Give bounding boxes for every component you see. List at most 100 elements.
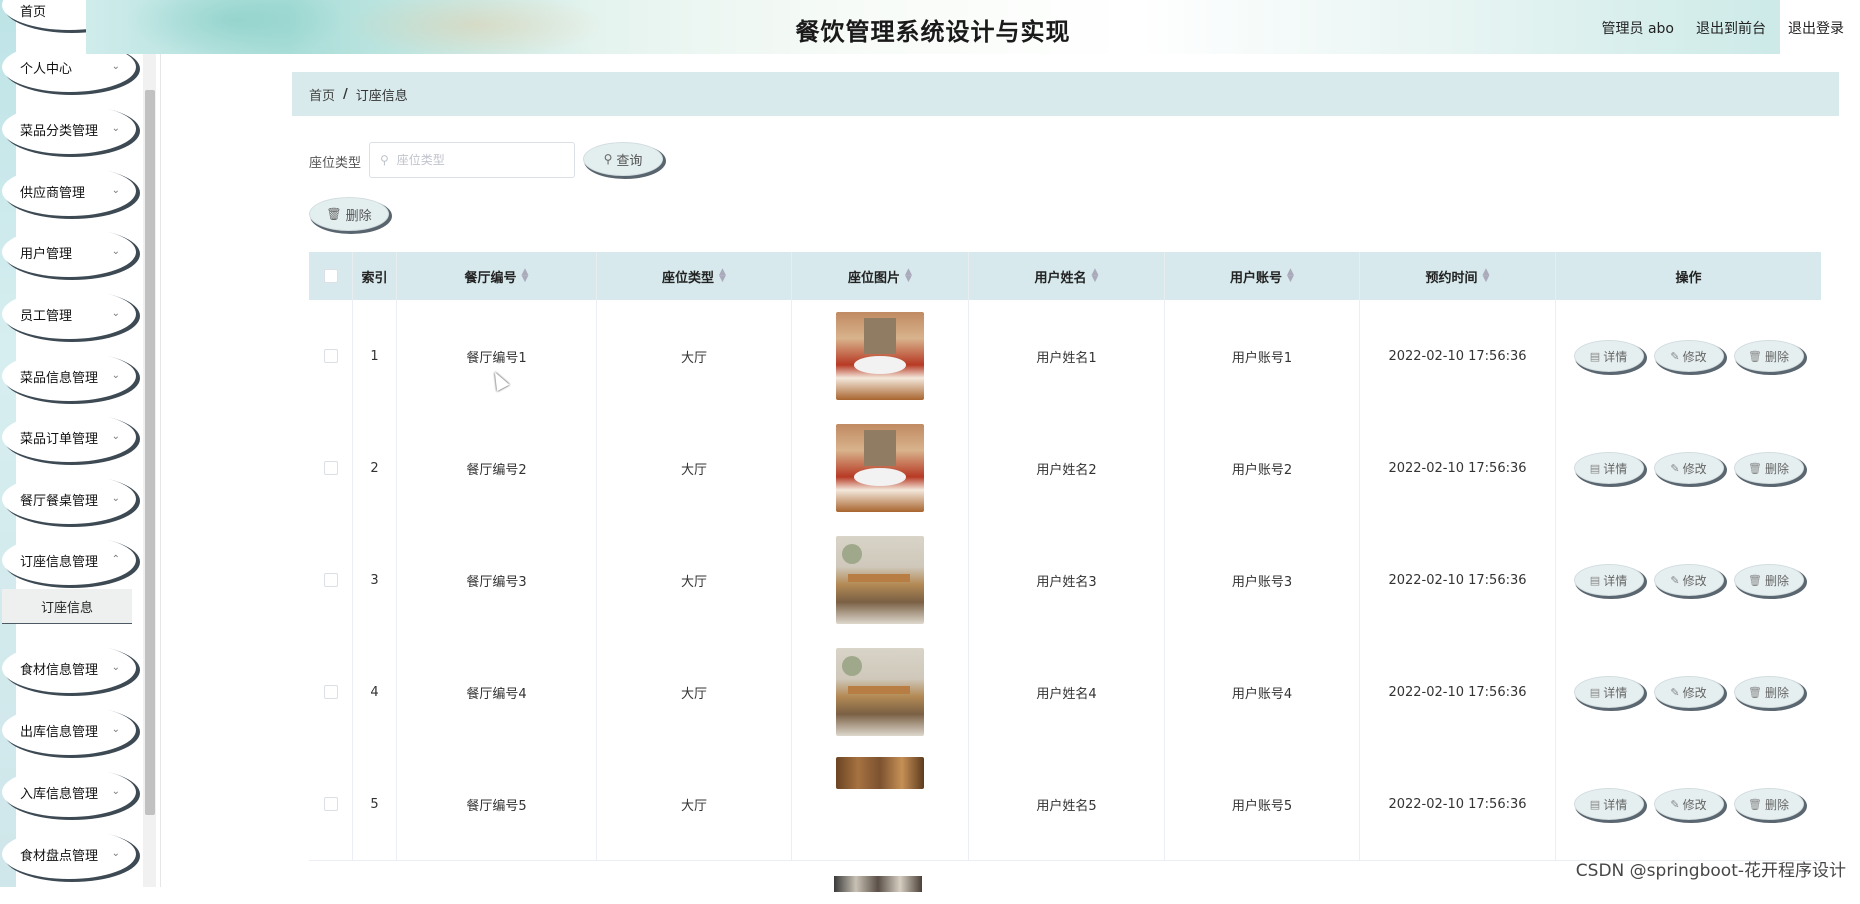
reserve-time-cell: 2022-02-10 17:56:36: [1360, 636, 1556, 748]
batch-delete-button[interactable]: 🗑 删除: [309, 197, 389, 231]
user-name-cell: 用户姓名2: [969, 412, 1165, 524]
sidebar-item-outbound[interactable]: 出库信息管理 ⌄: [2, 705, 136, 755]
edit-icon: ✎: [1670, 349, 1680, 363]
seat-image[interactable]: [836, 312, 924, 400]
seat-image[interactable]: [834, 876, 922, 892]
seat-image[interactable]: [836, 536, 924, 624]
sidebar-item-dish-order[interactable]: 菜品订单管理 ⌄: [2, 412, 136, 462]
user-account-cell: 用户账号2: [1165, 412, 1360, 524]
delete-label: 删除: [1764, 349, 1789, 364]
sidebar-scrollbar-thumb[interactable]: [145, 90, 155, 815]
header-seat-image[interactable]: 座位图片 ▲ ▼: [792, 252, 969, 300]
row-checkbox[interactable]: [323, 685, 338, 699]
breadcrumb-home[interactable]: 首页: [309, 85, 335, 104]
header-reserve-time[interactable]: 预约时间 ▲ ▼: [1360, 252, 1556, 300]
delete-button[interactable]: 🗑 删除: [1733, 676, 1804, 708]
edit-button[interactable]: ✎ 修改: [1653, 564, 1724, 596]
sidebar-item-label: 食材信息管理: [20, 662, 99, 678]
sidebar-item-inventory[interactable]: 食材盘点管理 ⌄: [2, 829, 136, 879]
sidebar-item-supplier[interactable]: 供应商管理 ⌄: [2, 166, 136, 216]
header-seat-type[interactable]: 座位类型 ▲ ▼: [597, 252, 792, 300]
seat-image[interactable]: [836, 648, 924, 736]
sidebar-subitem-reservation-info[interactable]: 订座信息: [2, 589, 132, 624]
edit-button[interactable]: ✎ 修改: [1653, 340, 1724, 372]
edit-button[interactable]: ✎ 修改: [1653, 676, 1724, 708]
sort-icon[interactable]: ▲ ▼: [905, 268, 912, 284]
detail-label: 详情: [1603, 685, 1628, 700]
sidebar-item-user[interactable]: 用户管理 ⌄: [2, 227, 136, 277]
delete-button[interactable]: 🗑 删除: [1733, 788, 1804, 820]
sort-icon[interactable]: ▲ ▼: [1287, 268, 1294, 284]
sidebar-item-dish-category[interactable]: 菜品分类管理 ⌄: [2, 104, 136, 154]
sort-icon[interactable]: ▲ ▼: [1092, 268, 1099, 284]
chevron-down-icon: ⌄: [111, 724, 120, 735]
detail-button[interactable]: ▤ 详情: [1573, 788, 1644, 820]
exit-to-front-link[interactable]: 退出到前台: [1696, 18, 1766, 38]
sidebar-item-restaurant-table[interactable]: 餐厅餐桌管理 ⌄: [2, 474, 136, 524]
admin-label: 管理员 abo: [1601, 21, 1674, 37]
seat-image[interactable]: [836, 757, 924, 789]
header-reserve-time-label: 预约时间: [1425, 270, 1478, 286]
select-all-checkbox[interactable]: [323, 269, 338, 283]
seat-image-cell: [792, 412, 969, 524]
document-icon: ▤: [1589, 797, 1601, 811]
query-button[interactable]: ⚲ 查询: [583, 142, 663, 176]
row-select-cell: [309, 636, 353, 748]
seat-image[interactable]: [836, 424, 924, 512]
chevron-down-icon: ⌄: [111, 786, 120, 797]
user-name-cell: 用户姓名1: [969, 300, 1165, 412]
sidebar-item-reservation[interactable]: 订座信息管理 ⌃: [2, 535, 136, 585]
row-select-cell: [309, 748, 353, 860]
sidebar-item-inbound[interactable]: 入库信息管理 ⌄: [2, 767, 136, 817]
seat-image-cell: [792, 748, 969, 860]
row-checkbox[interactable]: [323, 461, 338, 475]
row-checkbox[interactable]: [323, 797, 338, 811]
batch-delete-label: 删除: [345, 208, 372, 224]
breadcrumb-separator: /: [343, 86, 348, 102]
row-checkbox[interactable]: [323, 573, 338, 587]
breadcrumb-current: 订座信息: [355, 88, 408, 104]
detail-button[interactable]: ▤ 详情: [1573, 676, 1644, 708]
sidebar-item-label: 菜品分类管理: [20, 123, 99, 139]
header-user-account[interactable]: 用户账号 ▲ ▼: [1165, 252, 1360, 300]
edit-icon: ✎: [1670, 797, 1680, 811]
trash-icon: 🗑: [1748, 573, 1762, 587]
search-icon: ⚲: [380, 153, 389, 167]
seat-type-cell: 大厅: [597, 300, 792, 412]
row-checkbox[interactable]: [323, 349, 338, 363]
delete-button[interactable]: 🗑 删除: [1733, 564, 1804, 596]
delete-button[interactable]: 🗑 删除: [1733, 452, 1804, 484]
search-label: 座位类型: [309, 156, 362, 171]
search-input-wrapper[interactable]: ⚲: [369, 142, 575, 178]
delete-button[interactable]: 🗑 删除: [1733, 340, 1804, 372]
sidebar-item-staff[interactable]: 员工管理 ⌄: [2, 289, 136, 339]
detail-button[interactable]: ▤ 详情: [1573, 452, 1644, 484]
reserve-time-cell: 2022-02-10 17:56:36: [1360, 524, 1556, 636]
sidebar-item-dish-info[interactable]: 菜品信息管理 ⌄: [2, 351, 136, 401]
seat-image-cell: [792, 636, 969, 748]
chevron-down-icon: ⌄: [111, 61, 120, 72]
edit-label: 修改: [1682, 349, 1707, 364]
sort-icon[interactable]: ▲ ▼: [719, 268, 726, 284]
logout-link[interactable]: 退出登录: [1788, 18, 1844, 38]
sidebar: 首页 个人中心 ⌄ 菜品分类管理 ⌄ 供应商管理 ⌄ 用户管理 ⌄ 员工管理 ⌄…: [0, 0, 161, 887]
sidebar-item-ingredient[interactable]: 食材信息管理 ⌄: [2, 643, 136, 693]
user-account-cell: 用户账号5: [1165, 748, 1360, 860]
detail-button[interactable]: ▤ 详情: [1573, 564, 1644, 596]
header-ops-label: 操作: [1675, 270, 1702, 286]
detail-label: 详情: [1603, 573, 1628, 588]
edit-button[interactable]: ✎ 修改: [1653, 452, 1724, 484]
header-user-account-label: 用户账号: [1230, 270, 1283, 286]
detail-label: 详情: [1603, 461, 1628, 476]
edit-button[interactable]: ✎ 修改: [1653, 788, 1724, 820]
header-restaurant-no[interactable]: 餐厅编号 ▲ ▼: [397, 252, 597, 300]
seat-type-search-input[interactable]: [394, 152, 559, 168]
index-cell: 4: [353, 636, 397, 748]
seat-type-cell: 大厅: [597, 636, 792, 748]
detail-button[interactable]: ▤ 详情: [1573, 340, 1644, 372]
delete-label: 删除: [1764, 797, 1789, 812]
header-user-name[interactable]: 用户姓名 ▲ ▼: [969, 252, 1165, 300]
sort-icon[interactable]: ▲ ▼: [522, 268, 529, 284]
sort-icon[interactable]: ▲ ▼: [1483, 268, 1490, 284]
header-bar: 餐饮管理系统设计与实现: [86, 0, 1780, 54]
